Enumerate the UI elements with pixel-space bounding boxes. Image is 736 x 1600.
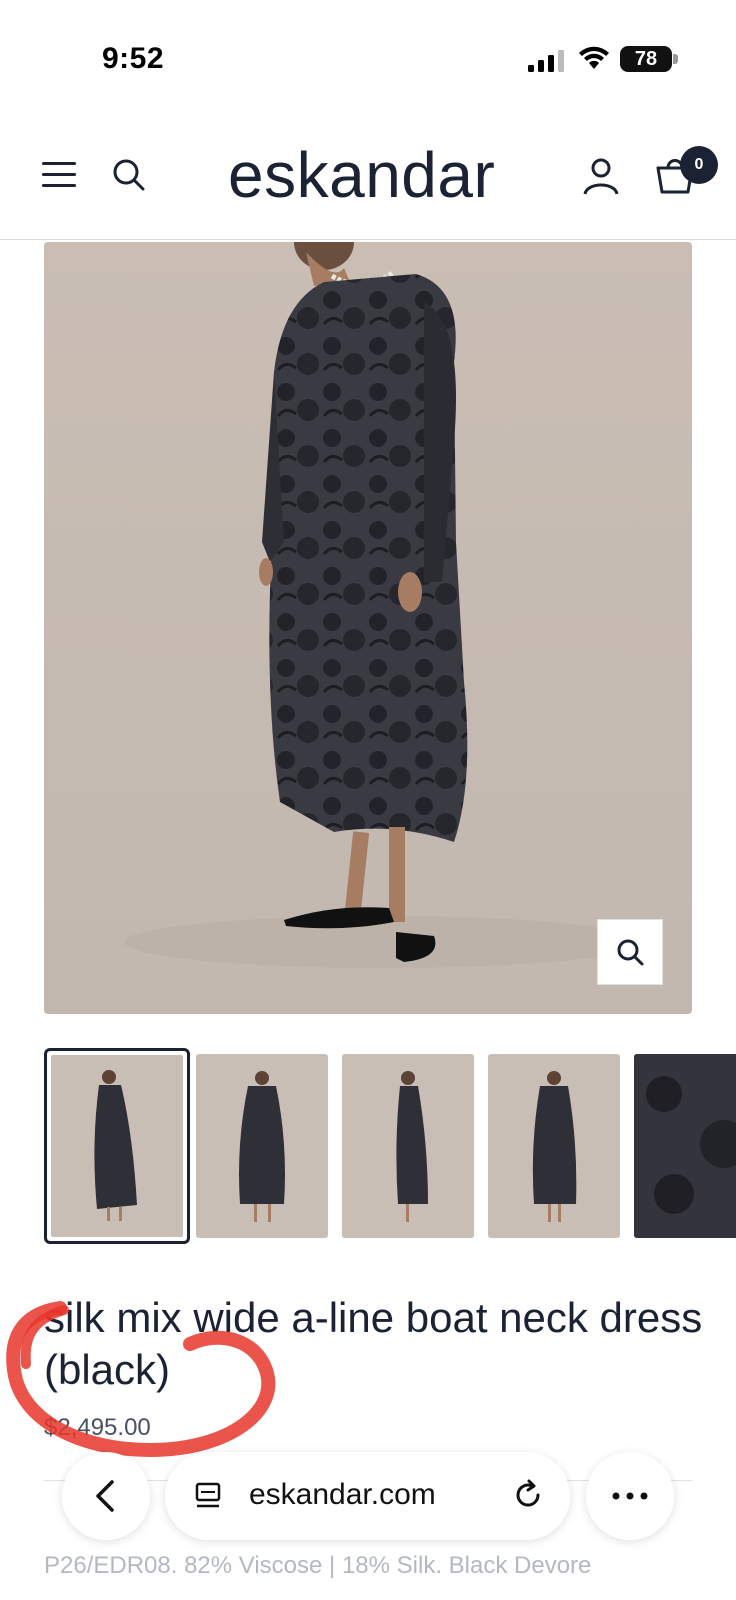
menu-icon[interactable]	[42, 160, 78, 190]
thumbnail-figure	[239, 1071, 285, 1222]
brand-logo[interactable]: eskandar	[228, 138, 495, 212]
thumbnail-figure	[532, 1071, 577, 1222]
cart-count-badge[interactable]: 0	[680, 146, 718, 184]
thumbnail-figure	[94, 1070, 137, 1221]
url-text[interactable]: eskandar.com	[249, 1478, 436, 1512]
thumbnail-carousel[interactable]	[44, 1048, 736, 1248]
product-main-image[interactable]	[44, 242, 692, 1014]
thumbnail-1[interactable]	[44, 1048, 190, 1244]
product-description: P26/EDR08. 82% Viscose | 18% Silk. Black…	[44, 1552, 592, 1579]
account-icon[interactable]	[582, 156, 620, 196]
thumbnail-figure	[396, 1071, 428, 1222]
thumbnail-2[interactable]	[196, 1054, 328, 1238]
reload-icon[interactable]	[511, 1478, 545, 1512]
thumbnail-3[interactable]	[342, 1054, 474, 1238]
zoom-button[interactable]	[597, 919, 663, 985]
cellular-signal-icon	[528, 50, 564, 72]
back-icon	[96, 1480, 114, 1512]
zoom-icon	[617, 939, 644, 966]
thumbnail-5[interactable]	[634, 1054, 736, 1238]
browser-back-button[interactable]	[62, 1452, 150, 1540]
product-title: silk mix wide a-line boat neck dress (bl…	[44, 1294, 703, 1393]
wifi-icon	[579, 46, 609, 69]
battery-level: 78	[634, 48, 658, 70]
model-figure	[124, 242, 644, 968]
thumbnail-fabric-detail	[634, 1054, 736, 1238]
status-bar: 9:52 78	[0, 0, 736, 120]
tabs-icon[interactable]	[193, 1480, 225, 1512]
site-header: eskandar 0	[0, 120, 736, 240]
search-icon[interactable]	[110, 156, 148, 194]
battery-tip	[673, 54, 678, 64]
thumbnail-4[interactable]	[488, 1054, 620, 1238]
more-options-button[interactable]	[586, 1452, 674, 1540]
address-bar[interactable]: eskandar.com	[165, 1452, 570, 1540]
product-price: $2,495.00	[44, 1414, 151, 1441]
more-icon	[612, 1492, 648, 1500]
status-time: 9:52	[102, 42, 165, 75]
